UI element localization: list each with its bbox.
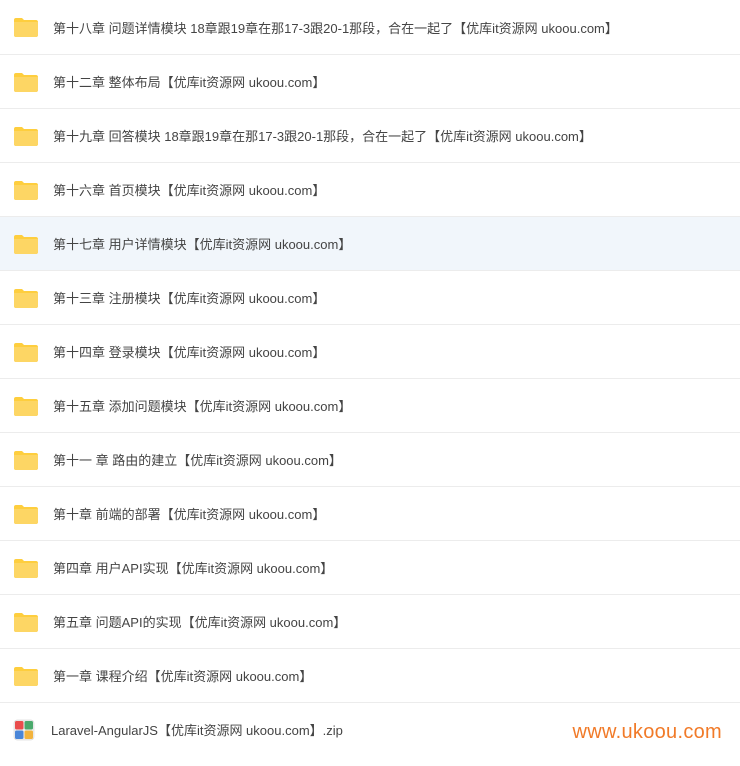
folder-icon xyxy=(12,557,38,579)
file-row[interactable]: 第十九章 回答模块 18章跟19章在那17-3跟20-1那段，合在一起了【优库i… xyxy=(0,108,740,162)
file-row[interactable]: 第十三章 注册模块【优库it资源网 ukoou.com】 xyxy=(0,270,740,324)
file-name-label: 第十二章 整体布局【优库it资源网 ukoou.com】 xyxy=(53,72,325,91)
file-name-label: 第四章 用户API实现【优库it资源网 ukoou.com】 xyxy=(53,558,333,577)
folder-icon xyxy=(12,71,38,93)
folder-icon xyxy=(12,125,38,147)
file-row[interactable]: 第十一 章 路由的建立【优库it资源网 ukoou.com】 xyxy=(0,432,740,486)
folder-icon xyxy=(12,341,38,363)
file-name-label: 第十六章 首页模块【优库it资源网 ukoou.com】 xyxy=(53,180,325,199)
file-name-label: 第十三章 注册模块【优库it资源网 ukoou.com】 xyxy=(53,288,325,307)
file-name-label: 第十八章 问题详情模块 18章跟19章在那17-3跟20-1那段，合在一起了【优… xyxy=(53,18,618,37)
folder-icon xyxy=(12,287,38,309)
zip-icon xyxy=(12,718,36,742)
file-row[interactable]: 第四章 用户API实现【优库it资源网 ukoou.com】 xyxy=(0,540,740,594)
file-row[interactable]: 第十七章 用户详情模块【优库it资源网 ukoou.com】 xyxy=(0,216,740,270)
file-row[interactable]: 第十二章 整体布局【优库it资源网 ukoou.com】 xyxy=(0,54,740,108)
file-row[interactable]: 第十章 前端的部署【优库it资源网 ukoou.com】 xyxy=(0,486,740,540)
folder-icon xyxy=(12,395,38,417)
folder-icon xyxy=(12,233,38,255)
folder-icon xyxy=(12,449,38,471)
file-list: 第十八章 问题详情模块 18章跟19章在那17-3跟20-1那段，合在一起了【优… xyxy=(0,0,740,756)
file-name-label: Laravel-AngularJS【优库it资源网 ukoou.com】.zip xyxy=(51,720,343,739)
file-row[interactable]: 第五章 问题API的实现【优库it资源网 ukoou.com】 xyxy=(0,594,740,648)
file-row[interactable]: 第一章 课程介绍【优库it资源网 ukoou.com】 xyxy=(0,648,740,702)
file-row[interactable]: 第十六章 首页模块【优库it资源网 ukoou.com】 xyxy=(0,162,740,216)
watermark-text: www.ukoou.com xyxy=(572,721,722,744)
file-name-label: 第一章 课程介绍【优库it资源网 ukoou.com】 xyxy=(53,666,312,685)
folder-icon xyxy=(12,503,38,525)
folder-icon xyxy=(12,611,38,633)
file-row[interactable]: 第十八章 问题详情模块 18章跟19章在那17-3跟20-1那段，合在一起了【优… xyxy=(0,0,740,54)
file-name-label: 第十一 章 路由的建立【优库it资源网 ukoou.com】 xyxy=(53,450,342,469)
file-name-label: 第十四章 登录模块【优库it资源网 ukoou.com】 xyxy=(53,342,325,361)
folder-icon xyxy=(12,16,38,38)
folder-icon xyxy=(12,665,38,687)
file-name-label: 第十九章 回答模块 18章跟19章在那17-3跟20-1那段，合在一起了【优库i… xyxy=(53,126,592,145)
file-name-label: 第十章 前端的部署【优库it资源网 ukoou.com】 xyxy=(53,504,325,523)
file-row[interactable]: 第十五章 添加问题模块【优库it资源网 ukoou.com】 xyxy=(0,378,740,432)
file-name-label: 第十七章 用户详情模块【优库it资源网 ukoou.com】 xyxy=(53,234,351,253)
file-name-label: 第五章 问题API的实现【优库it资源网 ukoou.com】 xyxy=(53,612,346,631)
file-row[interactable]: 第十四章 登录模块【优库it资源网 ukoou.com】 xyxy=(0,324,740,378)
file-name-label: 第十五章 添加问题模块【优库it资源网 ukoou.com】 xyxy=(53,396,351,415)
folder-icon xyxy=(12,179,38,201)
